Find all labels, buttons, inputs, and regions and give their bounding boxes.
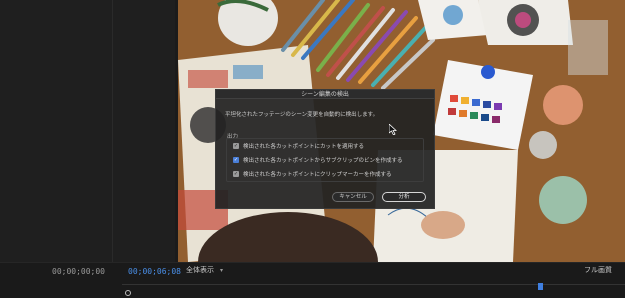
fit-dropdown[interactable]: 全体表示 ▾ bbox=[186, 265, 223, 275]
playhead-handle[interactable] bbox=[125, 290, 131, 296]
option-apply-cuts-label: 検出された各カットポイントにカットを適用する bbox=[243, 144, 365, 150]
option-create-markers[interactable]: ✓ 検出された各カットポイントにクリップマーカーを作成する bbox=[233, 170, 392, 178]
mouse-cursor-icon bbox=[389, 124, 397, 135]
scene-edit-detection-dialog: シーン編集の検出 平坦化されたフッテージのシーン変更を自動的に検出します。 出力… bbox=[215, 89, 435, 209]
option-create-subclip-bin-label: 検出された各カットポイントからサブクリップのビンを作成する bbox=[243, 158, 403, 164]
checkbox-apply-cuts[interactable]: ✓ bbox=[233, 143, 239, 149]
option-create-subclip-bin[interactable]: ✓ 検出された各カットポイントからサブクリップのビンを作成する bbox=[233, 156, 403, 164]
option-create-markers-label: 検出された各カットポイントにクリップマーカーを作成する bbox=[243, 172, 392, 178]
option-apply-cuts[interactable]: ✓ 検出された各カットポイントにカットを適用する bbox=[233, 142, 364, 150]
panel-divider bbox=[112, 0, 113, 262]
analyze-button[interactable]: 分析 bbox=[382, 192, 426, 202]
quality-dropdown[interactable]: フル画質 bbox=[584, 265, 612, 275]
checkbox-create-subclip-bin[interactable]: ✓ bbox=[233, 157, 239, 163]
cancel-button[interactable]: キャンセル bbox=[332, 192, 374, 202]
dialog-description: 平坦化されたフッテージのシーン変更を自動的に検出します。 bbox=[225, 112, 379, 118]
quality-dropdown-value: フル画質 bbox=[584, 266, 612, 274]
in-out-marker[interactable] bbox=[538, 283, 543, 290]
time-ruler[interactable] bbox=[122, 284, 625, 294]
fit-dropdown-value: 全体表示 bbox=[186, 266, 214, 274]
program-timecode[interactable]: 00;00;06;08 bbox=[128, 267, 181, 276]
dialog-title: シーン編集の検出 bbox=[216, 90, 434, 99]
source-monitor-panel bbox=[0, 0, 175, 262]
chevron-down-icon: ▾ bbox=[220, 266, 224, 274]
source-timecode[interactable]: 00;00;00;00 bbox=[52, 267, 105, 276]
checkbox-create-markers[interactable]: ✓ bbox=[233, 171, 239, 177]
